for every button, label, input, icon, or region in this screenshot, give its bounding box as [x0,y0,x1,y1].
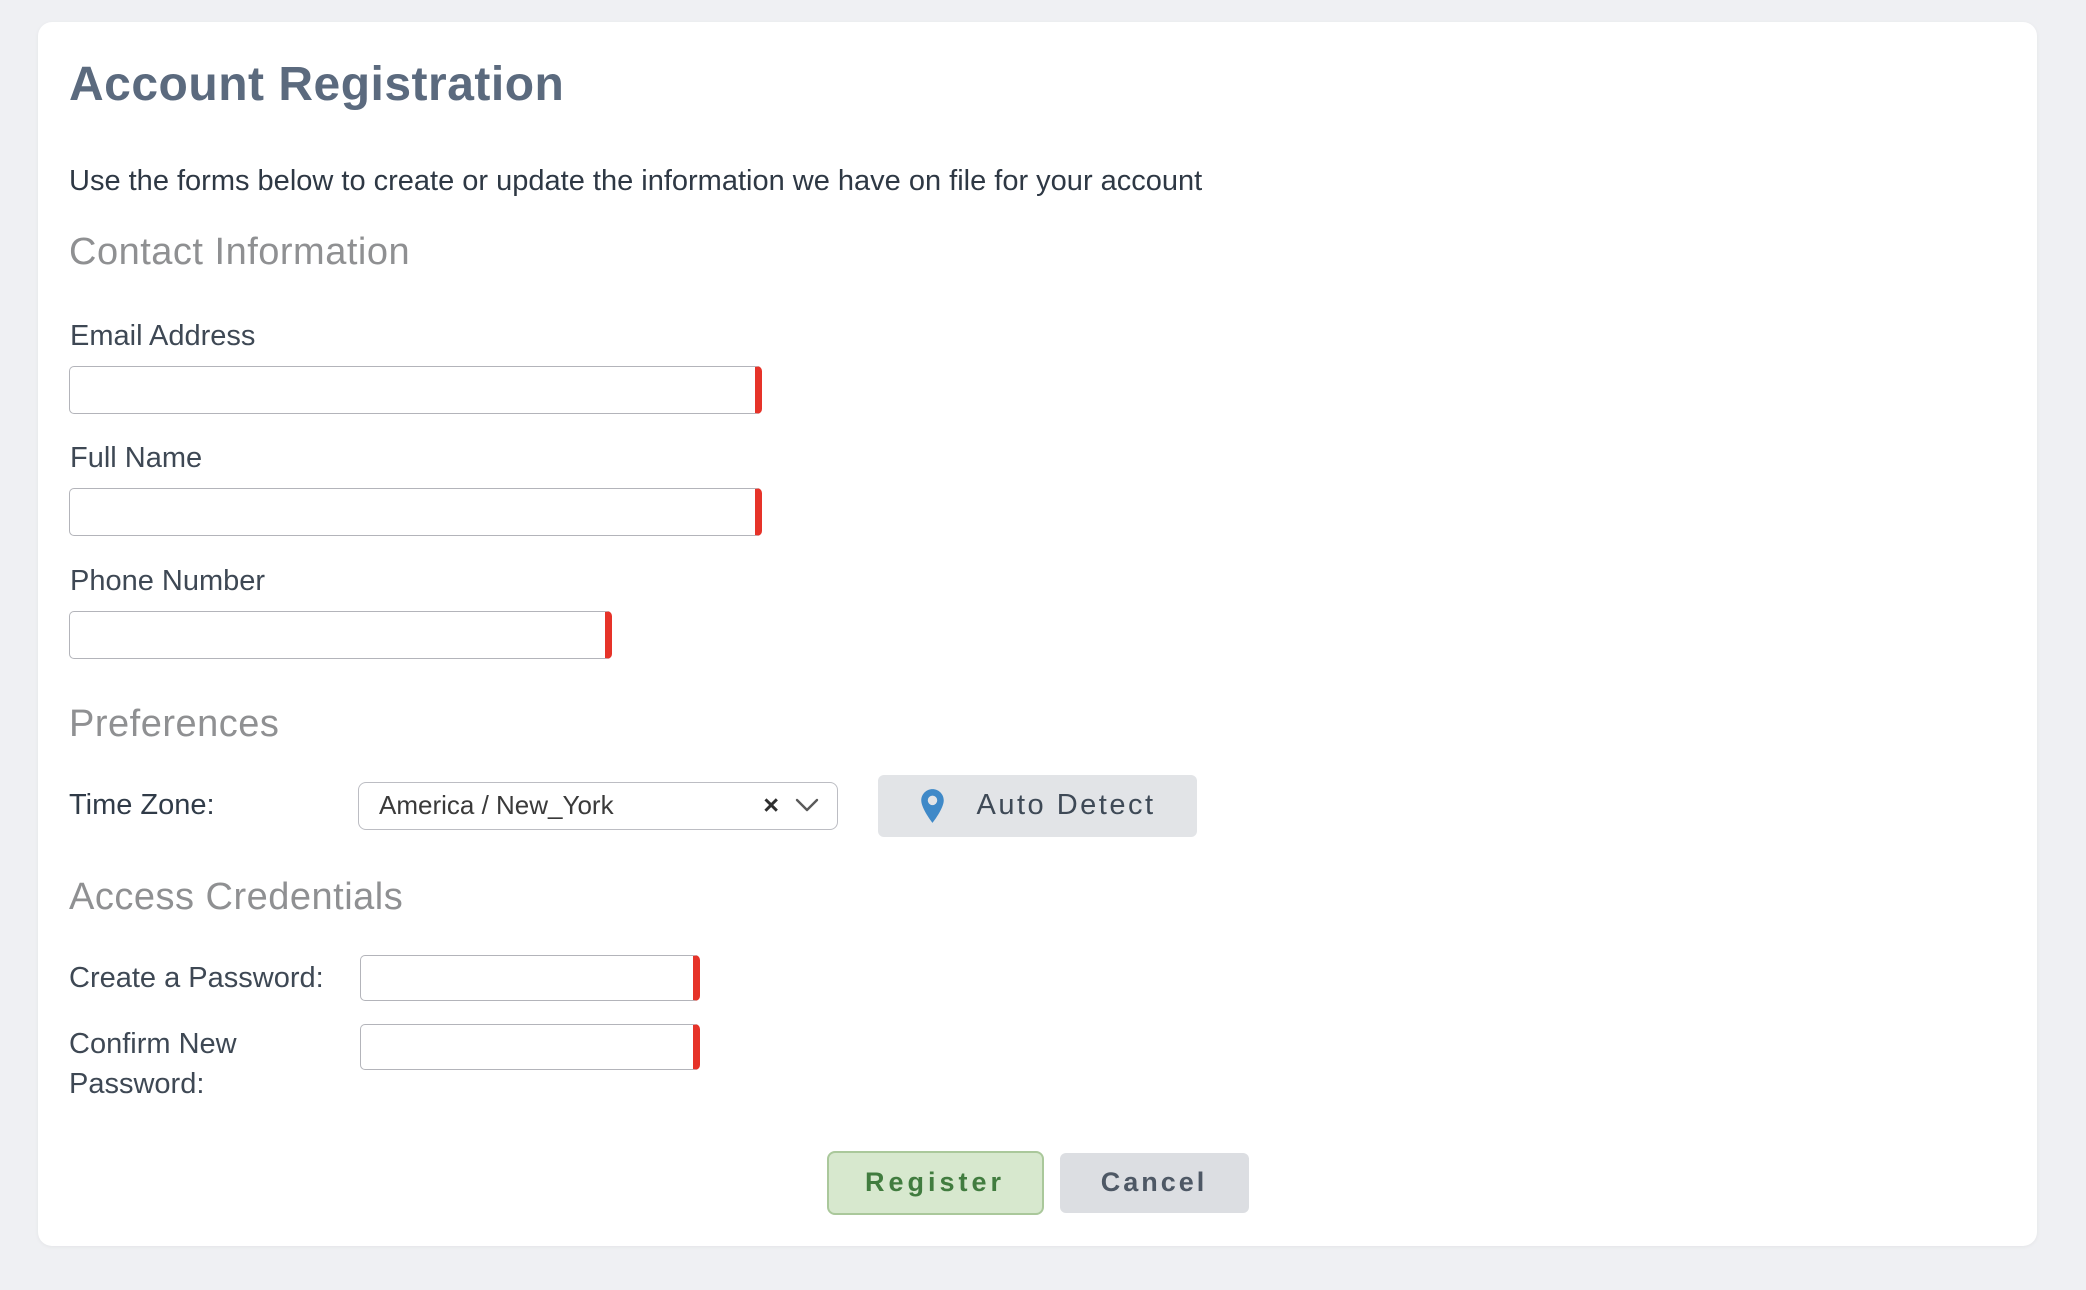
clear-selection-icon[interactable]: × [763,792,779,819]
form-actions: Register Cancel [69,1151,2006,1215]
auto-detect-label: Auto Detect [976,789,1155,822]
location-pin-icon [919,788,946,824]
create-password-label: Create a Password: [69,955,360,1001]
email-label: Email Address [70,319,2006,353]
confirm-password-input[interactable] [360,1024,700,1070]
timezone-label: Time Zone: [69,789,358,822]
timezone-row: Time Zone: America / New_York × Auto Det… [69,775,2006,837]
phone-field-group: Phone Number [69,564,2006,659]
timezone-selected-value: America / New_York [379,790,763,821]
full-name-input[interactable] [69,488,762,536]
timezone-select[interactable]: America / New_York × [358,782,838,830]
email-field-group: Email Address [69,319,2006,414]
phone-input[interactable] [69,611,612,659]
register-button[interactable]: Register [827,1151,1044,1215]
create-password-input[interactable] [360,955,700,1001]
confirm-password-label: Confirm New Password: [69,1024,360,1104]
section-heading-contact-information: Contact Information [69,229,2006,275]
section-heading-preferences: Preferences [69,701,2006,747]
full-name-label: Full Name [70,441,2006,475]
full-name-field-group: Full Name [69,441,2006,536]
registration-card: Account Registration Use the forms below… [38,22,2037,1246]
email-input[interactable] [69,366,762,414]
chevron-down-icon[interactable] [795,798,819,813]
page-title: Account Registration [69,56,2006,114]
section-heading-access-credentials: Access Credentials [69,874,2006,920]
create-password-row: Create a Password: [69,955,2006,1001]
auto-detect-button[interactable]: Auto Detect [878,775,1197,837]
confirm-password-row: Confirm New Password: [69,1024,2006,1104]
phone-label: Phone Number [70,564,2006,598]
cancel-button[interactable]: Cancel [1060,1153,1249,1213]
page-subtitle: Use the forms below to create or update … [69,163,2006,199]
